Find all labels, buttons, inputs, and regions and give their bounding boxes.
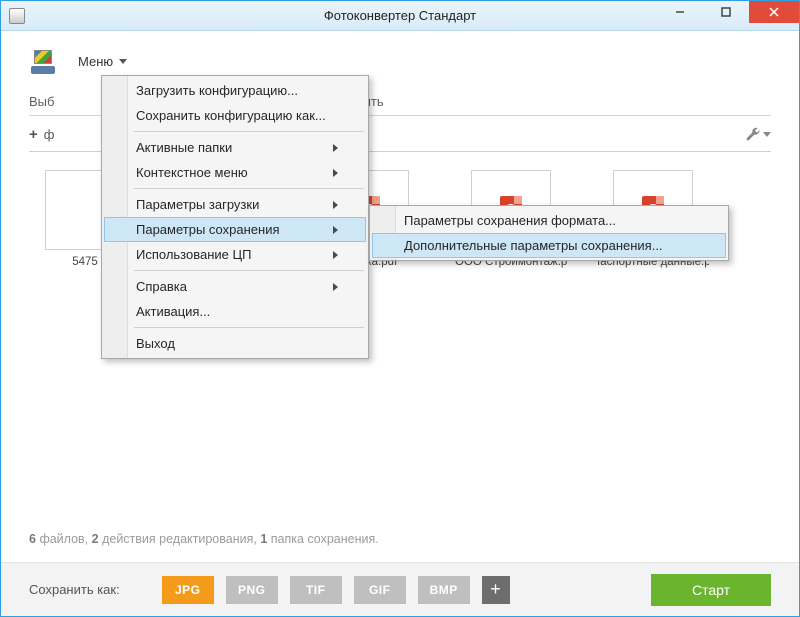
chevron-right-icon — [333, 251, 338, 259]
format-tif[interactable]: TIF — [290, 576, 342, 604]
main-menu-popup: Загрузить конфигурацию... Сохранить конф… — [101, 75, 369, 359]
chevron-right-icon — [333, 201, 338, 209]
format-gif[interactable]: GIF — [354, 576, 406, 604]
toolbar: Меню — [29, 49, 771, 74]
format-jpg[interactable]: JPG — [162, 576, 214, 604]
menu-item-context-menu[interactable]: Контекстное меню — [104, 160, 366, 185]
close-button[interactable] — [749, 1, 799, 23]
status-line: 6 файлов, 2 действия редактирования, 1 п… — [29, 532, 379, 546]
app-logo-icon — [29, 50, 57, 74]
menu-item-exit[interactable]: Выход — [104, 331, 366, 356]
menu-item-activation[interactable]: Активация... — [104, 299, 366, 324]
save-as-label: Сохранить как: — [29, 582, 120, 597]
chevron-right-icon — [333, 226, 338, 234]
submenu-item-format-params[interactable]: Параметры сохранения формата... — [372, 208, 726, 233]
file-name: 5475 — [72, 256, 98, 268]
format-bmp[interactable]: BMP — [418, 576, 470, 604]
menu-separator — [134, 188, 364, 189]
caret-down-icon — [119, 59, 127, 64]
menu-item-save-config[interactable]: Сохранить конфигурацию как... — [104, 103, 366, 128]
chevron-right-icon — [333, 283, 338, 291]
plus-icon: + — [29, 126, 38, 143]
menu-item-save-params[interactable]: Параметры сохранения — [104, 217, 366, 242]
submenu-item-extra-params[interactable]: Дополнительные параметры сохранения... — [372, 233, 726, 258]
menu-separator — [134, 327, 364, 328]
menu-button-label: Меню — [78, 54, 113, 69]
bottom-bar: Сохранить как: JPG PNG TIF GIF BMP + Ста… — [1, 562, 799, 616]
minimize-button[interactable] — [657, 1, 703, 23]
app-icon — [9, 8, 25, 24]
format-png[interactable]: PNG — [226, 576, 278, 604]
chevron-right-icon — [333, 169, 338, 177]
format-add-button[interactable]: + — [482, 576, 510, 604]
tab-select-files[interactable]: Выб — [29, 88, 70, 115]
menu-item-cpu-usage[interactable]: Использование ЦП — [104, 242, 366, 267]
window-controls — [657, 1, 799, 23]
chevron-right-icon — [333, 144, 338, 152]
menu-item-help[interactable]: Справка — [104, 274, 366, 299]
save-params-submenu: Параметры сохранения формата... Дополнит… — [369, 205, 729, 261]
menu-item-active-folders[interactable]: Активные папки — [104, 135, 366, 160]
menu-button[interactable]: Меню — [67, 49, 140, 74]
menu-item-load-params[interactable]: Параметры загрузки — [104, 192, 366, 217]
maximize-button[interactable] — [703, 1, 749, 23]
wrench-icon — [745, 126, 761, 142]
titlebar: Фотоконвертер Стандарт — [1, 1, 799, 31]
menu-item-load-config[interactable]: Загрузить конфигурацию... — [104, 78, 366, 103]
caret-down-icon — [763, 132, 771, 137]
add-files-button[interactable]: + ф — [29, 126, 54, 143]
menu-separator — [134, 131, 364, 132]
start-button[interactable]: Старт — [651, 574, 771, 606]
settings-button[interactable] — [745, 126, 771, 142]
menu-separator — [134, 270, 364, 271]
add-files-label: ф — [44, 127, 55, 142]
